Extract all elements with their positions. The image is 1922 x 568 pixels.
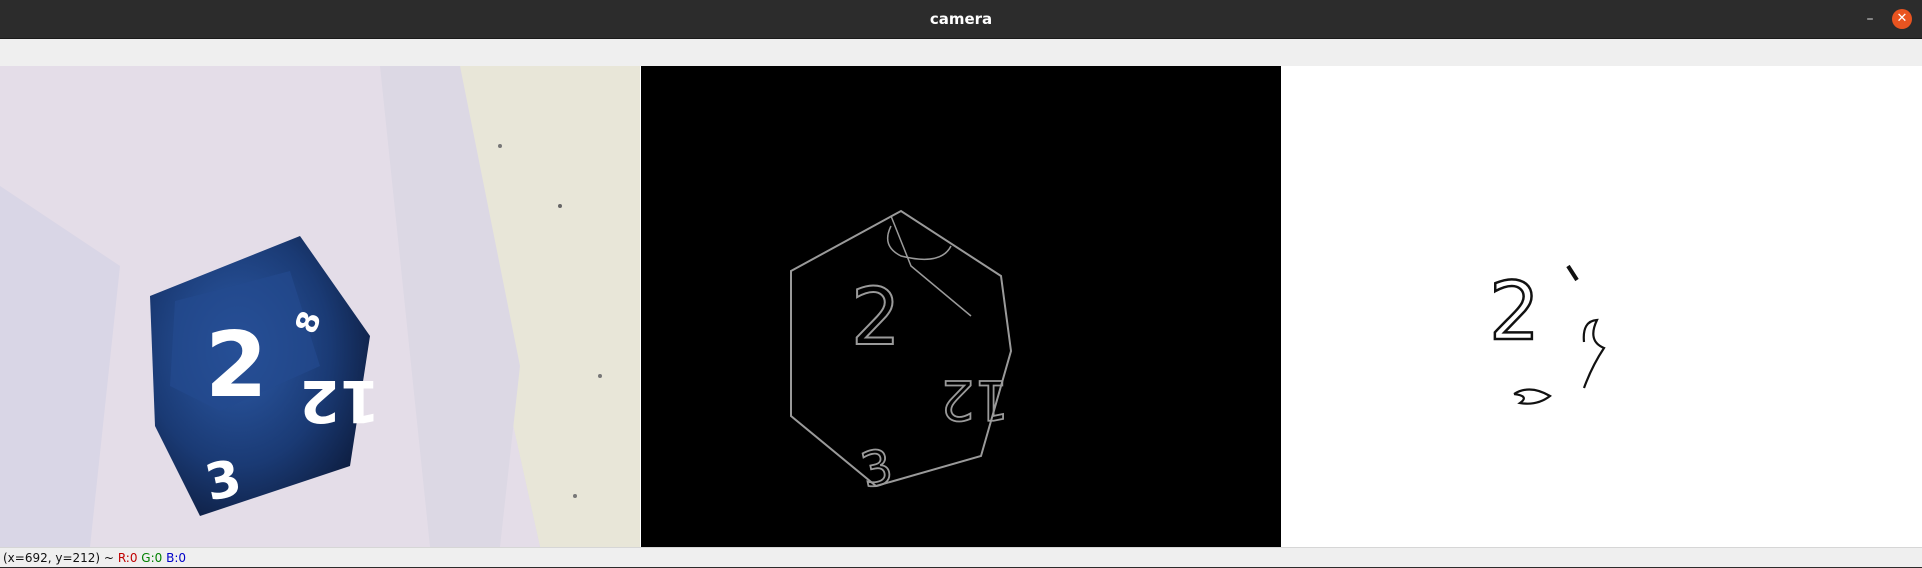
close-button[interactable]: ✕: [1892, 9, 1912, 29]
image-canvas[interactable]: 2 12 3 8 2 12 3 2: [0, 66, 1922, 547]
threshold-image: 2: [1282, 66, 1922, 547]
toolbar: [0, 39, 1922, 67]
status-bar: (x=692, y=212) ~ R:0 G:0 B:0: [0, 547, 1922, 567]
die-face-12-label: 12: [299, 367, 380, 435]
die-face-2-label: 2: [205, 313, 268, 418]
blue-value: B:0: [166, 551, 187, 565]
title-bar[interactable]: camera – ✕: [0, 0, 1922, 39]
edges-image-panel: 2 12 3: [641, 66, 1281, 547]
green-value: G:0: [141, 551, 163, 565]
edge-face-2-label: 2: [851, 273, 901, 363]
threshold-image-panel: 2: [1282, 66, 1922, 547]
edges-image: 2 12 3: [641, 66, 1281, 547]
threshold-face-2-label: 2: [1489, 265, 1540, 358]
window-title: camera: [929, 10, 993, 28]
minimize-button[interactable]: –: [1860, 9, 1880, 29]
opencv-window: camera – ✕ 2 12 3 8 2 12 3 2 (x=692, y=2…: [0, 0, 1922, 567]
cursor-coordinates: (x=692, y=212) ~: [3, 551, 114, 565]
camera-frame-image: 2 12 3 8: [0, 66, 640, 547]
edge-face-12-label: 12: [940, 368, 1009, 431]
red-value: R:0: [117, 551, 138, 565]
original-image-panel: 2 12 3 8: [0, 66, 640, 547]
